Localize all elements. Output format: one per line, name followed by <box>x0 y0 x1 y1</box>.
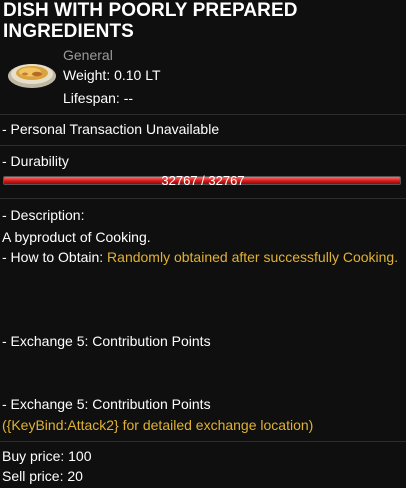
exchange-line: - Exchange 5: Contribution Points <box>2 396 211 412</box>
exchange-line: - Exchange 5: Contribution Points <box>2 333 211 349</box>
item-weight: Weight: 0.10 LT <box>63 67 161 83</box>
how-to-obtain-text: Randomly obtained after successfully Coo… <box>107 249 399 265</box>
personal-transaction-text: - Personal Transaction Unavailable <box>2 121 220 137</box>
description-text: A byproduct of Cooking. <box>2 229 151 245</box>
item-category: General <box>63 47 113 63</box>
sell-price: Sell price: 20 <box>2 468 83 484</box>
how-to-obtain-label: - How to Obtain: <box>2 249 108 265</box>
item-tooltip: DISH WITH POORLY PREPARED INGREDIENTS Ge… <box>0 0 406 488</box>
item-title: DISH WITH POORLY PREPARED INGREDIENTS <box>3 0 298 42</box>
buy-price: Buy price: 100 <box>2 448 92 464</box>
food-dish-icon <box>6 57 58 90</box>
exchange-hint: ({KeyBind:Attack2} for detailed exchange… <box>2 417 314 433</box>
how-to-obtain: - How to Obtain: Randomly obtained after… <box>2 247 402 268</box>
divider <box>0 145 406 146</box>
divider <box>0 441 406 442</box>
divider <box>0 114 406 115</box>
item-lifespan: Lifespan: -- <box>63 90 134 106</box>
durability-label: - Durability <box>2 153 69 169</box>
durability-value: 32767 / 32767 <box>161 173 245 188</box>
description-header: - Description: <box>2 207 85 223</box>
divider <box>0 198 406 199</box>
